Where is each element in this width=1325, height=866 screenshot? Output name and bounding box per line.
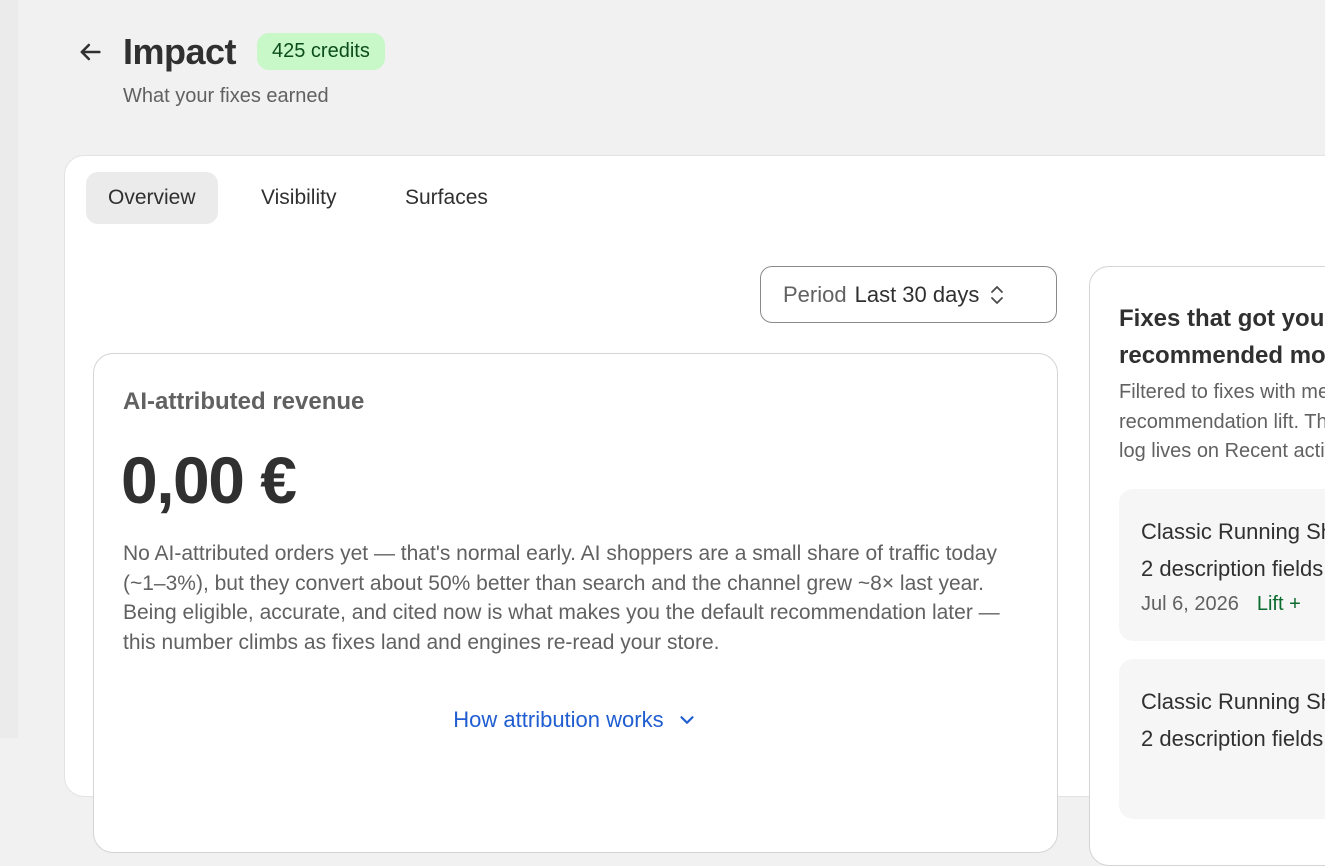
back-button[interactable] <box>74 36 106 68</box>
impact-card: Overview Visibility Surfaces Period Last… <box>64 155 1325 866</box>
fix-product-name: Classic Running Shoe <box>1141 519 1325 544</box>
revenue-description: No AI-attributed orders yet — that's nor… <box>123 542 1000 654</box>
fixes-desc-line: log lives on Recent activity. <box>1119 440 1325 462</box>
page-title: Impact <box>123 31 237 72</box>
page-subtitle: What your fixes earned <box>123 85 329 107</box>
fix-item[interactable]: Classic Running Shoe 2 description field… <box>1119 489 1325 641</box>
period-value: Last 30 days <box>854 281 980 307</box>
fix-meta: Jul 6, 2026 Lift + <box>1141 587 1325 621</box>
fixes-desc-line: Filtered to fixes with measurable <box>1119 381 1325 403</box>
tab-overview[interactable]: Overview <box>86 172 218 224</box>
period-select[interactable]: Period Last 30 days <box>760 266 1057 323</box>
left-rail <box>0 0 18 738</box>
revenue-title: AI-attributed revenue <box>123 388 365 415</box>
tab-visibility[interactable]: Visibility <box>239 172 358 224</box>
fix-lift: Lift + <box>1256 593 1301 615</box>
attribution-link[interactable]: How attribution works <box>94 706 1057 733</box>
fix-product-name: Classic Running Shoe <box>1141 689 1325 714</box>
credits-badge: 425 credits <box>257 33 385 70</box>
fix-date: Jul 6, 2026 <box>1141 593 1239 615</box>
chevron-down-icon <box>680 716 694 725</box>
tab-surfaces[interactable]: Surfaces <box>383 172 510 224</box>
fix-field-count: 2 description fields <box>1141 726 1324 751</box>
attribution-link-label: How attribution works <box>453 707 664 733</box>
fixes-panel-description: Filtered to fixes with measurable recomm… <box>1119 378 1325 467</box>
fix-field-count: 2 description fields <box>1141 556 1324 581</box>
revenue-card: AI-attributed revenue 0,00 € No AI-attri… <box>93 353 1058 853</box>
period-label: Period <box>783 281 847 307</box>
revenue-amount: 0,00 € <box>121 443 297 517</box>
arrow-left-icon <box>80 43 101 61</box>
fixes-panel-title: Fixes that got you recommended more <box>1119 305 1325 369</box>
fixes-panel: Fixes that got you recommended more Filt… <box>1089 266 1325 866</box>
chevron-up-down-icon <box>989 283 1005 307</box>
fixes-desc-line: recommendation lift. The full <box>1119 410 1325 433</box>
fix-item[interactable]: Classic Running Shoe 2 description field… <box>1119 659 1325 819</box>
